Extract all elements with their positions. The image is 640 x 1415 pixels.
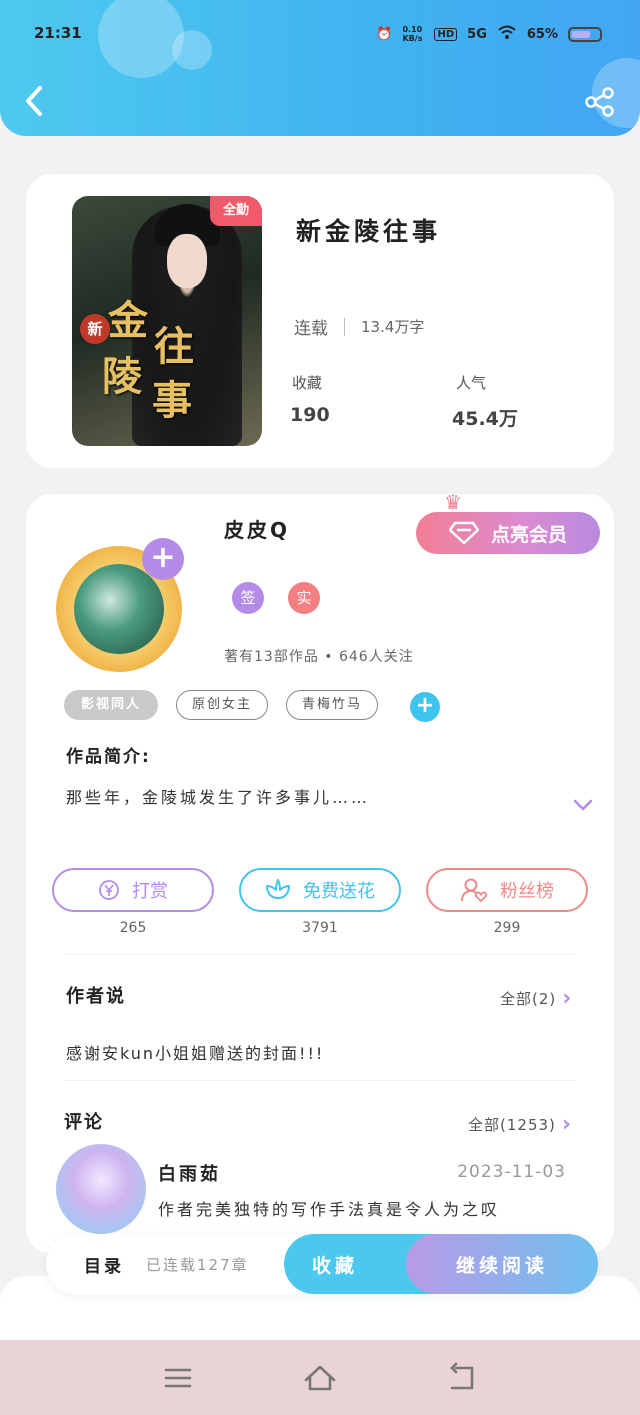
continue-reading-button[interactable]: 继续阅读 bbox=[406, 1234, 598, 1294]
crown-icon: ♛ bbox=[444, 490, 462, 514]
tip-button[interactable]: 打赏 bbox=[52, 868, 214, 912]
cover-char-3: 往 bbox=[154, 323, 194, 370]
menu-icon bbox=[164, 1368, 192, 1388]
fan-ranking-label: 粉丝榜 bbox=[500, 881, 554, 902]
avatar-image bbox=[74, 564, 164, 654]
popularity-value: 45.4万 bbox=[452, 408, 518, 430]
status-icons: ⏰ 0.10 KB/s HD 5G 65% bbox=[376, 24, 602, 44]
hd-icon: HD bbox=[434, 27, 458, 41]
comments-all-label: 全部(1253) bbox=[468, 1116, 556, 1134]
commenter-avatar[interactable] bbox=[56, 1144, 146, 1234]
book-info-card: 金 陵 往 事 新 全勤 新金陵往事 连载 13.4万字 收藏 190 人气 4… bbox=[26, 174, 614, 468]
tip-count: 265 bbox=[119, 920, 147, 936]
flower-count: 3791 bbox=[302, 920, 338, 936]
system-nav-bar bbox=[0, 1340, 640, 1415]
network-speed: 0.10 KB/s bbox=[402, 25, 423, 43]
author-says-all-label: 全部(2) bbox=[500, 990, 557, 1008]
add-tag-button[interactable]: + bbox=[410, 692, 440, 722]
send-flower-button[interactable]: 免费送花 bbox=[239, 868, 401, 912]
tag-childhood-sweethearts[interactable]: 青梅竹马 bbox=[286, 690, 378, 720]
intro-text: 那些年，金陵城发生了许多事儿…… bbox=[66, 788, 371, 807]
battery-icon bbox=[568, 26, 602, 42]
vip-button-label: 点亮会员 bbox=[490, 523, 567, 546]
app-header: 21:31 ⏰ 0.10 KB/s HD 5G 65% bbox=[0, 0, 640, 136]
send-flower-label: 免费送花 bbox=[303, 881, 375, 902]
back-chevron-icon bbox=[26, 86, 42, 116]
popularity-label: 人气 bbox=[456, 374, 487, 392]
alarm-icon: ⏰ bbox=[376, 26, 393, 42]
home-icon bbox=[304, 1365, 336, 1391]
fan-count: 299 bbox=[493, 920, 521, 936]
book-cover[interactable]: 金 陵 往 事 新 全勤 bbox=[72, 196, 262, 446]
share-icon bbox=[585, 87, 614, 117]
book-title: 新金陵往事 bbox=[296, 217, 442, 246]
cover-seal: 新 bbox=[80, 314, 110, 344]
tag-original-heroine[interactable]: 原创女主 bbox=[176, 690, 268, 720]
collections-label: 收藏 bbox=[292, 374, 323, 392]
chevron-right-icon: › bbox=[561, 1112, 572, 1137]
author-details-card: + 皮皮Q ♛ 点亮会员 签 实 著有13部作品 • 646人关注 影视同人 原… bbox=[26, 490, 614, 1254]
expand-chevron-icon[interactable] bbox=[572, 794, 594, 816]
word-count: 13.4万字 bbox=[361, 318, 425, 336]
chevron-right-icon: › bbox=[562, 986, 573, 1011]
collect-label: 收藏 bbox=[312, 1254, 359, 1277]
cover-char-2: 陵 bbox=[102, 353, 142, 400]
cover-char-1: 金 bbox=[108, 297, 148, 344]
status-bar: 21:31 ⏰ 0.10 KB/s HD 5G 65% bbox=[0, 20, 640, 50]
share-button[interactable] bbox=[584, 86, 616, 118]
comment-text[interactable]: 作者完美独特的写作手法真是令人为之叹 bbox=[158, 1196, 500, 1220]
collections-value: 190 bbox=[290, 404, 330, 426]
author-says-all-link[interactable]: 全部(2) › bbox=[500, 986, 572, 1011]
verified-badge: 实 bbox=[288, 582, 320, 614]
comments-title: 评论 bbox=[64, 1112, 104, 1133]
follow-plus-button[interactable]: + bbox=[142, 538, 184, 580]
flower-icon bbox=[266, 879, 290, 899]
continue-reading-label: 继续阅读 bbox=[455, 1254, 548, 1277]
intro-label: 作品简介: bbox=[66, 747, 151, 767]
comments-all-link[interactable]: 全部(1253) › bbox=[468, 1112, 572, 1137]
cover-face bbox=[167, 234, 207, 288]
commenter-name[interactable]: 白雨茹 bbox=[158, 1160, 221, 1186]
fan-ranking-icon bbox=[461, 878, 488, 903]
cover-char-4: 事 bbox=[152, 377, 192, 424]
chapter-count: 已连载127章 bbox=[146, 1256, 249, 1274]
comment-date: 2023-11-03 bbox=[457, 1162, 566, 1182]
section-divider bbox=[66, 1080, 574, 1081]
tip-label: 打赏 bbox=[132, 881, 168, 902]
yen-coin-icon bbox=[99, 880, 119, 900]
menu-nav-button[interactable] bbox=[160, 1360, 196, 1396]
back-button[interactable] bbox=[22, 84, 52, 120]
diamond-icon bbox=[448, 521, 479, 545]
section-divider bbox=[66, 954, 574, 955]
battery-percent: 65% bbox=[526, 26, 558, 42]
status-time: 21:31 bbox=[34, 24, 82, 42]
signed-badge: 签 bbox=[232, 582, 264, 614]
fan-ranking-button[interactable]: 粉丝榜 bbox=[426, 868, 588, 912]
back-nav-button[interactable] bbox=[444, 1360, 480, 1396]
toc-button[interactable]: 目录 bbox=[84, 1252, 124, 1277]
return-icon bbox=[450, 1362, 474, 1390]
signal-icon: 5G bbox=[467, 26, 487, 42]
author-says-text: 感谢安kun小姐姐赠送的封面!!! bbox=[66, 1044, 325, 1063]
author-says-title: 作者说 bbox=[66, 986, 126, 1007]
author-works-info: 著有13部作品 • 646人关注 bbox=[224, 649, 414, 665]
serial-status: 连载 bbox=[294, 319, 328, 339]
author-name[interactable]: 皮皮Q bbox=[224, 514, 290, 543]
wifi-icon bbox=[497, 24, 517, 44]
vip-button[interactable]: 点亮会员 bbox=[416, 512, 600, 554]
book-status-row: 连载 13.4万字 bbox=[294, 314, 424, 339]
reading-action-bar: 目录 已连载127章 收藏 继续阅读 bbox=[46, 1234, 598, 1294]
attendance-badge: 全勤 bbox=[210, 196, 262, 226]
status-divider bbox=[344, 317, 345, 336]
home-nav-button[interactable] bbox=[302, 1360, 338, 1396]
tag-film-tv[interactable]: 影视同人 bbox=[64, 690, 158, 720]
